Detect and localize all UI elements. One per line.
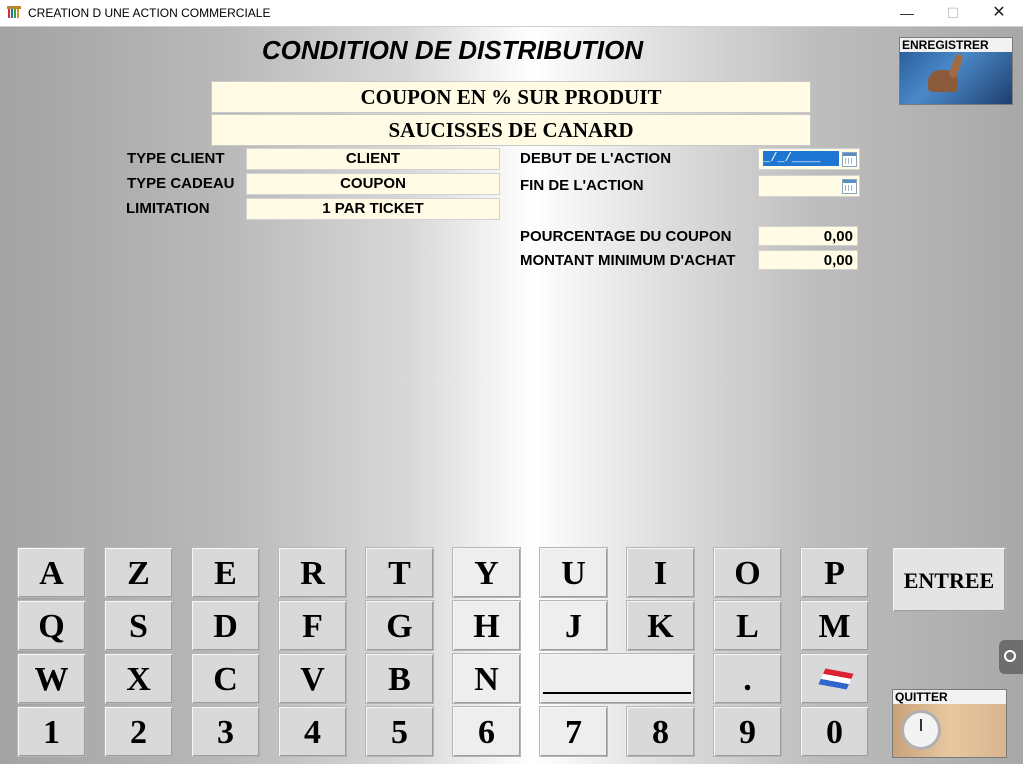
save-label: ENREGISTRER [900, 38, 1012, 52]
alarm-clock-icon [893, 704, 1006, 757]
key-b[interactable]: B [365, 653, 434, 704]
limitation-field[interactable]: 1 PAR TICKET [246, 198, 500, 220]
key-7[interactable]: 7 [539, 706, 608, 757]
maximize-button[interactable]: ☐ [930, 0, 976, 26]
start-date-field[interactable]: _/_/____ [758, 148, 860, 170]
product-banner: SAUCISSES DE CANARD [211, 114, 811, 146]
save-button[interactable]: ENREGISTRER [899, 37, 1013, 105]
key-i[interactable]: I [626, 547, 695, 598]
type-client-label: TYPE CLIENT [127, 150, 225, 167]
key-s[interactable]: S [104, 600, 173, 651]
key-8[interactable]: 8 [626, 706, 695, 757]
key-f[interactable]: F [278, 600, 347, 651]
calendar-icon[interactable] [842, 152, 857, 167]
key-c[interactable]: C [191, 653, 260, 704]
pointing-hand-icon [900, 52, 1012, 104]
key-q[interactable]: Q [17, 600, 86, 651]
key-m[interactable]: M [800, 600, 869, 651]
minimize-button[interactable]: — [884, 0, 930, 26]
key-1[interactable]: 1 [17, 706, 86, 757]
space-key[interactable] [539, 653, 695, 704]
key-n[interactable]: N [452, 653, 521, 704]
key-x[interactable]: X [104, 653, 173, 704]
key-5[interactable]: 5 [365, 706, 434, 757]
key-o[interactable]: O [713, 547, 782, 598]
space-bar-line [543, 692, 691, 694]
key-y[interactable]: Y [452, 547, 521, 598]
title-bar: CREATION D UNE ACTION COMMERCIALE — ☐ ✕ [0, 0, 1023, 27]
calendar-icon[interactable] [842, 179, 857, 194]
key-g[interactable]: G [365, 600, 434, 651]
key-v[interactable]: V [278, 653, 347, 704]
key-4[interactable]: 4 [278, 706, 347, 757]
key-l[interactable]: L [713, 600, 782, 651]
enter-button[interactable]: ENTREE [892, 547, 1006, 612]
end-date-label: FIN DE L'ACTION [520, 177, 644, 194]
key-d[interactable]: D [191, 600, 260, 651]
key-u[interactable]: U [539, 547, 608, 598]
key-2[interactable]: 2 [104, 706, 173, 757]
key-9[interactable]: 9 [713, 706, 782, 757]
key-t[interactable]: T [365, 547, 434, 598]
key-0[interactable]: 0 [800, 706, 869, 757]
side-panel-tab[interactable] [999, 640, 1023, 674]
coupon-percent-field[interactable]: 0,00 [758, 226, 858, 246]
key-6[interactable]: 6 [452, 706, 521, 757]
app-icon [7, 6, 21, 18]
start-date-label: DEBUT DE L'ACTION [520, 150, 672, 167]
min-purchase-field[interactable]: 0,00 [758, 250, 858, 270]
key-3[interactable]: 3 [191, 706, 260, 757]
coupon-percent-label: POURCENTAGE DU COUPON [520, 228, 732, 245]
min-purchase-label: MONTANT MINIMUM D'ACHAT [520, 252, 736, 269]
key-r[interactable]: R [278, 547, 347, 598]
type-cadeau-label: TYPE CADEAU [127, 175, 235, 192]
main-area: CONDITION DE DISTRIBUTION COUPON EN % SU… [0, 27, 1023, 764]
key-p[interactable]: P [800, 547, 869, 598]
close-button[interactable]: ✕ [976, 0, 1022, 26]
key-period[interactable]: . [713, 653, 782, 704]
key-e[interactable]: E [191, 547, 260, 598]
key-h[interactable]: H [452, 600, 521, 651]
key-w[interactable]: W [17, 653, 86, 704]
key-j[interactable]: J [539, 600, 608, 651]
page-title: CONDITION DE DISTRIBUTION [261, 35, 644, 65]
key-k[interactable]: K [626, 600, 695, 651]
remote-icon [1004, 650, 1016, 662]
window-title: CREATION D UNE ACTION COMMERCIALE [28, 6, 271, 20]
limitation-label: LIMITATION [126, 200, 210, 217]
flag-icon [818, 668, 854, 690]
quit-label: QUITTER [893, 690, 1006, 704]
quit-button[interactable]: QUITTER [892, 689, 1007, 758]
key-a[interactable]: A [17, 547, 86, 598]
language-key[interactable] [800, 653, 869, 704]
key-z[interactable]: Z [104, 547, 173, 598]
type-cadeau-field[interactable]: COUPON [246, 173, 500, 195]
end-date-field[interactable] [758, 175, 860, 197]
start-date-value[interactable]: _/_/____ [763, 151, 839, 166]
action-type-banner: COUPON EN % SUR PRODUIT [211, 81, 811, 113]
type-client-field[interactable]: CLIENT [246, 148, 500, 170]
